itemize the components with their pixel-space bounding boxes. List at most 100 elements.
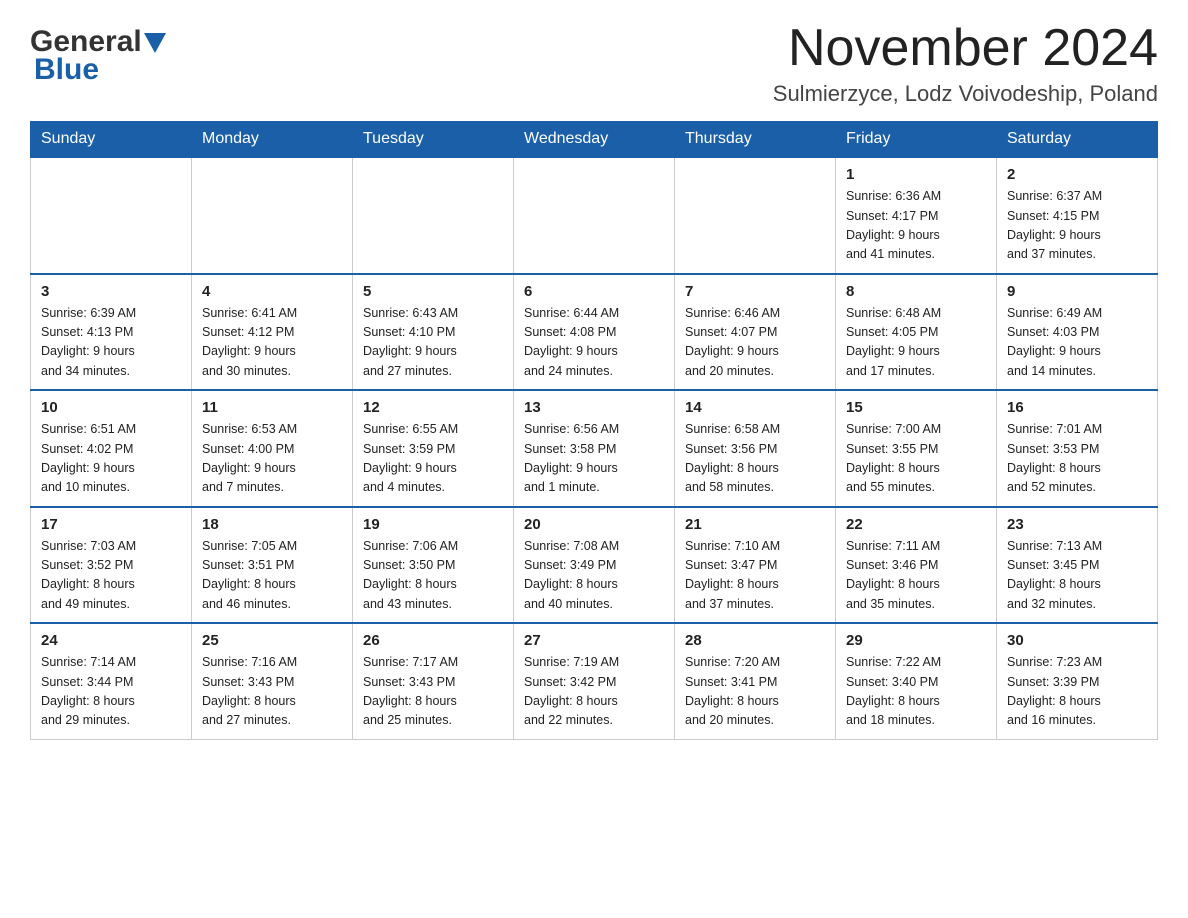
day-info: Sunrise: 6:46 AM Sunset: 4:07 PM Dayligh… <box>685 304 825 382</box>
month-title: November 2024 <box>773 20 1158 77</box>
logo-triangle-icon <box>144 33 166 53</box>
day-info: Sunrise: 6:56 AM Sunset: 3:58 PM Dayligh… <box>524 420 664 498</box>
day-info: Sunrise: 7:08 AM Sunset: 3:49 PM Dayligh… <box>524 537 664 615</box>
calendar-week-row: 1 Sunrise: 6:36 AM Sunset: 4:17 PM Daylig… <box>31 157 1158 274</box>
day-number: 16 <box>1007 399 1147 416</box>
calendar-cell <box>514 157 675 274</box>
calendar-cell: 18Sunrise: 7:05 AM Sunset: 3:51 PM Dayli… <box>192 507 353 624</box>
calendar-cell: 6 Sunrise: 6:44 AM Sunset: 4:08 PM Daylig… <box>514 274 675 391</box>
day-info: Sunrise: 6:37 AM Sunset: 4:15 PM Dayligh… <box>1007 187 1147 265</box>
day-number: 23 <box>1007 516 1147 533</box>
day-number: 17 <box>41 516 181 533</box>
day-number: 15 <box>846 399 986 416</box>
day-number: 11 <box>202 399 342 416</box>
header-wednesday: Wednesday <box>514 122 675 158</box>
day-info: Sunrise: 6:41 AM Sunset: 4:12 PM Dayligh… <box>202 304 342 382</box>
calendar-cell: 29Sunrise: 7:22 AM Sunset: 3:40 PM Dayli… <box>836 623 997 739</box>
calendar-cell: 19 Sunrise: 7:06 AM Sunset: 3:50 PM Dayli… <box>353 507 514 624</box>
day-info: Sunrise: 6:51 AM Sunset: 4:02 PM Dayligh… <box>41 420 181 498</box>
calendar-cell <box>192 157 353 274</box>
day-number: 14 <box>685 399 825 416</box>
calendar-cell: 28 Sunrise: 7:20 AM Sunset: 3:41 PM Dayli… <box>675 623 836 739</box>
title-section: November 2024 Sulmierzyce, Lodz Voivodes… <box>773 20 1158 107</box>
day-number: 13 <box>524 399 664 416</box>
calendar-cell: 26Sunrise: 7:17 AM Sunset: 3:43 PM Dayli… <box>353 623 514 739</box>
calendar-cell: 8 Sunrise: 6:48 AM Sunset: 4:05 PM Daylig… <box>836 274 997 391</box>
day-number: 27 <box>524 632 664 649</box>
calendar-cell: 7 Sunrise: 6:46 AM Sunset: 4:07 PM Daylig… <box>675 274 836 391</box>
logo: General Blue <box>30 20 166 87</box>
header-sunday: Sunday <box>31 122 192 158</box>
calendar-cell: 10Sunrise: 6:51 AM Sunset: 4:02 PM Dayli… <box>31 390 192 507</box>
calendar-cell: 9 Sunrise: 6:49 AM Sunset: 4:03 PM Daylig… <box>997 274 1158 391</box>
calendar-cell <box>353 157 514 274</box>
calendar-cell: 1 Sunrise: 6:36 AM Sunset: 4:17 PM Daylig… <box>836 157 997 274</box>
day-info: Sunrise: 6:48 AM Sunset: 4:05 PM Dayligh… <box>846 304 986 382</box>
calendar-week-row: 3Sunrise: 6:39 AM Sunset: 4:13 PM Daylig… <box>31 274 1158 391</box>
calendar-week-row: 10Sunrise: 6:51 AM Sunset: 4:02 PM Dayli… <box>31 390 1158 507</box>
calendar-cell: 20 Sunrise: 7:08 AM Sunset: 3:49 PM Dayli… <box>514 507 675 624</box>
day-number: 25 <box>202 632 342 649</box>
day-info: Sunrise: 6:43 AM Sunset: 4:10 PM Dayligh… <box>363 304 503 382</box>
logo-blue-text: Blue <box>34 53 99 87</box>
header-monday: Monday <box>192 122 353 158</box>
calendar-cell: 5 Sunrise: 6:43 AM Sunset: 4:10 PM Daylig… <box>353 274 514 391</box>
day-info: Sunrise: 6:44 AM Sunset: 4:08 PM Dayligh… <box>524 304 664 382</box>
calendar-table: Sunday Monday Tuesday Wednesday Thursday… <box>30 121 1158 740</box>
day-info: Sunrise: 7:16 AM Sunset: 3:43 PM Dayligh… <box>202 653 342 731</box>
day-number: 20 <box>524 516 664 533</box>
day-number: 5 <box>363 283 503 300</box>
day-number: 24 <box>41 632 181 649</box>
day-info: Sunrise: 7:20 AM Sunset: 3:41 PM Dayligh… <box>685 653 825 731</box>
day-info: Sunrise: 7:19 AM Sunset: 3:42 PM Dayligh… <box>524 653 664 731</box>
calendar-cell: 12 Sunrise: 6:55 AM Sunset: 3:59 PM Dayli… <box>353 390 514 507</box>
calendar-cell: 21 Sunrise: 7:10 AM Sunset: 3:47 PM Dayli… <box>675 507 836 624</box>
calendar-cell: 4 Sunrise: 6:41 AM Sunset: 4:12 PM Daylig… <box>192 274 353 391</box>
calendar-cell: 11 Sunrise: 6:53 AM Sunset: 4:00 PM Dayli… <box>192 390 353 507</box>
calendar-cell: 13 Sunrise: 6:56 AM Sunset: 3:58 PM Dayli… <box>514 390 675 507</box>
day-info: Sunrise: 7:17 AM Sunset: 3:43 PM Dayligh… <box>363 653 503 731</box>
day-info: Sunrise: 7:14 AM Sunset: 3:44 PM Dayligh… <box>41 653 181 731</box>
day-info: Sunrise: 7:10 AM Sunset: 3:47 PM Dayligh… <box>685 537 825 615</box>
day-info: Sunrise: 7:01 AM Sunset: 3:53 PM Dayligh… <box>1007 420 1147 498</box>
day-number: 1 <box>846 166 986 183</box>
day-info: Sunrise: 7:23 AM Sunset: 3:39 PM Dayligh… <box>1007 653 1147 731</box>
header-thursday: Thursday <box>675 122 836 158</box>
calendar-cell: 24 Sunrise: 7:14 AM Sunset: 3:44 PM Dayli… <box>31 623 192 739</box>
day-number: 12 <box>363 399 503 416</box>
day-info: Sunrise: 6:53 AM Sunset: 4:00 PM Dayligh… <box>202 420 342 498</box>
calendar-cell: 17 Sunrise: 7:03 AM Sunset: 3:52 PM Dayli… <box>31 507 192 624</box>
day-info: Sunrise: 7:06 AM Sunset: 3:50 PM Dayligh… <box>363 537 503 615</box>
day-number: 7 <box>685 283 825 300</box>
day-number: 6 <box>524 283 664 300</box>
calendar-cell: 3Sunrise: 6:39 AM Sunset: 4:13 PM Daylig… <box>31 274 192 391</box>
day-number: 19 <box>363 516 503 533</box>
calendar-cell: 27 Sunrise: 7:19 AM Sunset: 3:42 PM Dayli… <box>514 623 675 739</box>
day-info: Sunrise: 6:49 AM Sunset: 4:03 PM Dayligh… <box>1007 304 1147 382</box>
day-info: Sunrise: 7:03 AM Sunset: 3:52 PM Dayligh… <box>41 537 181 615</box>
calendar-cell: 23Sunrise: 7:13 AM Sunset: 3:45 PM Dayli… <box>997 507 1158 624</box>
day-info: Sunrise: 6:36 AM Sunset: 4:17 PM Dayligh… <box>846 187 986 265</box>
calendar-week-row: 24 Sunrise: 7:14 AM Sunset: 3:44 PM Dayli… <box>31 623 1158 739</box>
day-number: 4 <box>202 283 342 300</box>
header-tuesday: Tuesday <box>353 122 514 158</box>
day-info: Sunrise: 6:55 AM Sunset: 3:59 PM Dayligh… <box>363 420 503 498</box>
day-number: 21 <box>685 516 825 533</box>
day-info: Sunrise: 6:39 AM Sunset: 4:13 PM Dayligh… <box>41 304 181 382</box>
calendar-cell: 30Sunrise: 7:23 AM Sunset: 3:39 PM Dayli… <box>997 623 1158 739</box>
calendar-cell: 25 Sunrise: 7:16 AM Sunset: 3:43 PM Dayli… <box>192 623 353 739</box>
calendar-cell: 22Sunrise: 7:11 AM Sunset: 3:46 PM Dayli… <box>836 507 997 624</box>
day-info: Sunrise: 7:00 AM Sunset: 3:55 PM Dayligh… <box>846 420 986 498</box>
header-saturday: Saturday <box>997 122 1158 158</box>
day-info: Sunrise: 7:22 AM Sunset: 3:40 PM Dayligh… <box>846 653 986 731</box>
day-number: 2 <box>1007 166 1147 183</box>
day-number: 18 <box>202 516 342 533</box>
calendar-header-row: Sunday Monday Tuesday Wednesday Thursday… <box>31 122 1158 158</box>
day-number: 8 <box>846 283 986 300</box>
calendar-cell: 15 Sunrise: 7:00 AM Sunset: 3:55 PM Dayli… <box>836 390 997 507</box>
calendar-cell: 14 Sunrise: 6:58 AM Sunset: 3:56 PM Dayli… <box>675 390 836 507</box>
calendar-week-row: 17 Sunrise: 7:03 AM Sunset: 3:52 PM Dayli… <box>31 507 1158 624</box>
day-info: Sunrise: 6:58 AM Sunset: 3:56 PM Dayligh… <box>685 420 825 498</box>
day-number: 9 <box>1007 283 1147 300</box>
day-number: 28 <box>685 632 825 649</box>
